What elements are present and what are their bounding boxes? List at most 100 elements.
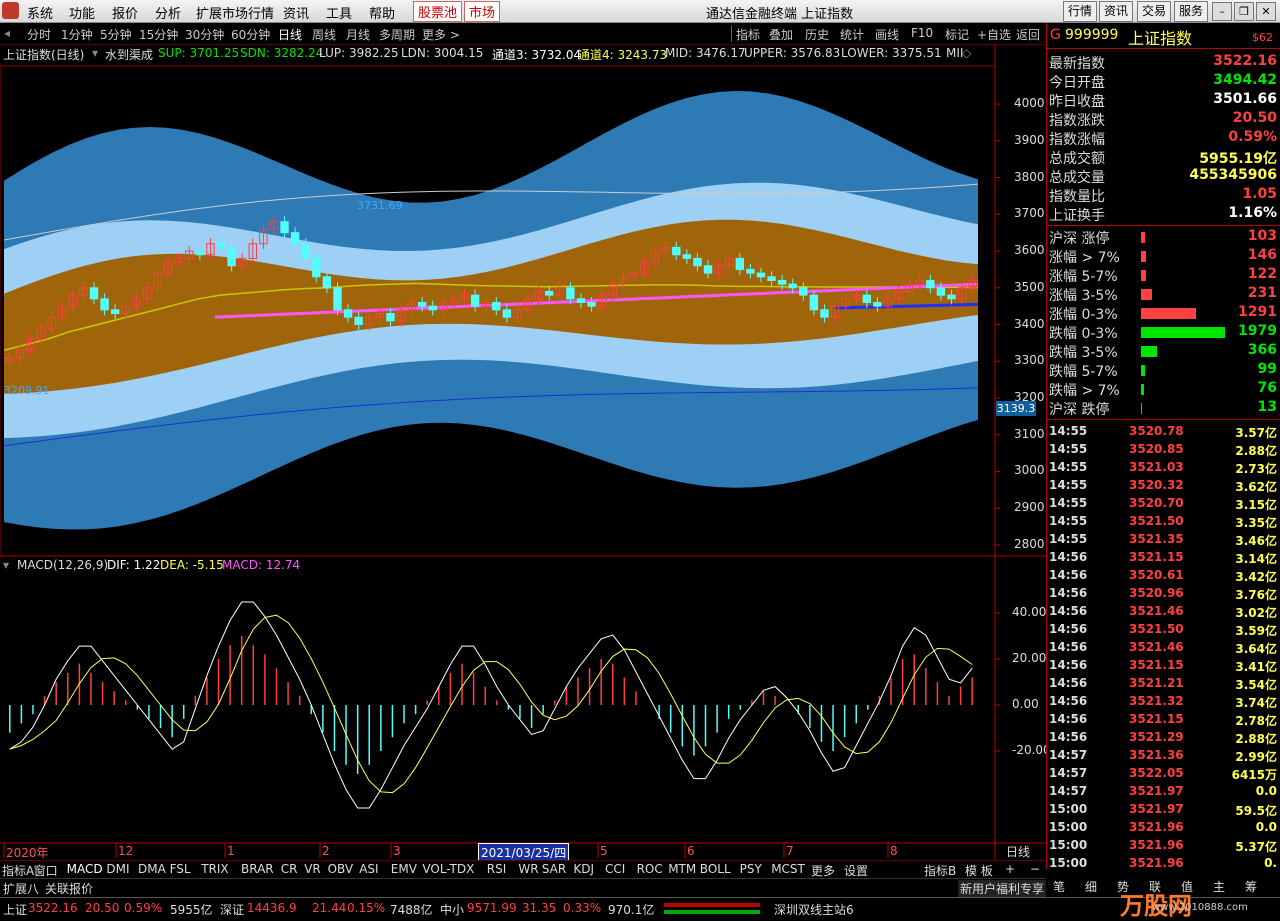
indicator-tab-15[interactable]: WR <box>518 862 538 876</box>
indicator-tab-11[interactable]: ASI <box>359 862 378 876</box>
promo-button[interactable]: 新用户福利专享 <box>958 880 1046 897</box>
macd-value: MACD: 12.74 <box>222 558 301 572</box>
indicator-tab-18[interactable]: CCI <box>605 862 625 876</box>
indicator-bar: 指标A 窗口 MACD DMI DMA FSL TRIX BRAR CR VR OBV ASI EMV V… <box>0 860 1046 878</box>
indicator-tab-3[interactable]: DMI <box>106 862 129 876</box>
zx-amount: 970.1亿 <box>608 903 655 917</box>
indicator-tab-9[interactable]: VR <box>304 862 321 876</box>
quote-tab-6[interactable]: 筹 <box>1245 878 1257 895</box>
indicator-tab-16[interactable]: SAR <box>542 862 566 876</box>
candle-body <box>470 294 480 307</box>
indicator-tab-25[interactable]: 设置 <box>844 862 868 879</box>
tick-time: 14:56 <box>1049 568 1088 582</box>
tick-price: 3520.85 <box>1129 442 1184 456</box>
candle-body <box>290 232 300 245</box>
quote-row: 总成交量 455345906 <box>1049 166 1279 186</box>
close-icon[interactable]: ✕ <box>1256 2 1276 21</box>
restore-icon[interactable]: ❐ <box>1234 2 1254 21</box>
minimize-icon[interactable]: – <box>1212 2 1232 21</box>
quote-label: 上证换手 <box>1049 208 1105 224</box>
tick-row: 14:55 3521.50 3.35亿 <box>1049 513 1279 531</box>
candle-body <box>576 298 586 303</box>
indicator-right-3[interactable]: − <box>1030 862 1040 876</box>
candle-body <box>343 309 353 318</box>
quote-label: 最新指数 <box>1049 56 1105 72</box>
period-label: 日线 <box>1006 845 1031 859</box>
quote-tab-0[interactable]: 笔 <box>1053 878 1065 895</box>
time-tick-label: 5 <box>600 844 608 858</box>
indicator-tab-20[interactable]: MTM <box>668 862 696 876</box>
tab-related-quote[interactable]: 关联报价 <box>45 880 93 897</box>
top-trade-button[interactable]: 交易 <box>1137 1 1172 22</box>
indicator-tab-10[interactable]: OBV <box>328 862 354 876</box>
price-tick-label: 3300 <box>1014 353 1045 368</box>
indicator-tab-17[interactable]: KDJ <box>573 862 594 876</box>
watermark-url: www.2010888.com <box>1152 902 1248 913</box>
tab-ext8[interactable]: 扩展八 <box>3 880 39 897</box>
dist-value: 1291 <box>1238 304 1277 320</box>
tick-amount: 5.37亿 <box>1235 840 1277 854</box>
tick-row: 14:56 3521.46 3.64亿 <box>1049 639 1279 657</box>
zx-pct: 0.33% <box>563 901 602 915</box>
candle-body <box>820 309 829 318</box>
quote-tab-5[interactable]: 主 <box>1213 878 1225 895</box>
stock-name: 上证指数 <box>1128 29 1193 48</box>
indicator-tab-14[interactable]: RSI <box>487 862 507 876</box>
candle-body <box>502 309 512 318</box>
tick-time: 14:56 <box>1049 640 1088 654</box>
quote-row: 今日开盘 3494.42 <box>1049 71 1279 91</box>
indicator-tab-6[interactable]: TRIX <box>201 862 228 876</box>
dist-value: 76 <box>1257 380 1277 396</box>
distribution-row: 涨幅 3-5% 231 <box>1049 284 1279 304</box>
time-tick-label: 8 <box>890 844 898 858</box>
time-tick-label: 2 <box>322 844 330 858</box>
top-news-button[interactable]: 资讯 <box>1099 1 1134 22</box>
quote-value: 3522.16 <box>1213 53 1277 69</box>
candle-body <box>354 316 363 326</box>
indicator-tab-2[interactable]: MACD <box>67 862 103 876</box>
tick-price: 3521.96 <box>1129 856 1184 870</box>
tick-row: 14:55 3520.70 3.15亿 <box>1049 495 1279 513</box>
quote-tab-1[interactable]: 细 <box>1085 878 1097 895</box>
candle-body <box>672 246 681 256</box>
indicator-right-0[interactable]: 指标B <box>924 862 956 879</box>
indicator-tab-22[interactable]: PSY <box>740 862 762 876</box>
indicator-tab-0[interactable]: 指标A <box>2 862 34 879</box>
macd-dif: DIF: 1.22 <box>107 558 161 572</box>
indicator-tab-5[interactable]: FSL <box>170 862 191 876</box>
chevron-down-icon[interactable]: ▾ <box>3 558 9 572</box>
indicator-right-1[interactable]: 模 板 <box>965 862 993 879</box>
top-quote-button[interactable]: 行情 <box>1063 1 1098 22</box>
macd-name: MACD(12,26,9) <box>17 558 109 572</box>
candle-body <box>333 287 342 311</box>
indicator-tab-4[interactable]: DMA <box>138 862 166 876</box>
indicator-tab-8[interactable]: CR <box>281 862 298 876</box>
price-tick-label: 4000 <box>1014 96 1045 111</box>
quote-panel: G 999999 上证指数 $62 最新指数 3522.16 今日开盘 3494.42… <box>1046 23 1280 894</box>
indicator-right-2[interactable]: + <box>1005 862 1015 876</box>
indicator-tab-13[interactable]: VOL-TDX <box>422 862 474 876</box>
indicator-tab-23[interactable]: MCST <box>771 862 805 876</box>
indicator-tab-1[interactable]: 窗口 <box>34 862 58 879</box>
dist-value: 99 <box>1257 361 1277 377</box>
tick-amount: 3.41亿 <box>1235 660 1277 674</box>
indicator-tab-21[interactable]: BOLL <box>700 862 731 876</box>
price-tick-label: 3400 <box>1014 316 1045 331</box>
dist-label: 涨幅 3-5% <box>1049 288 1118 304</box>
tick-amount: 3.57亿 <box>1235 426 1277 440</box>
quote-value: 3494.42 <box>1213 72 1277 88</box>
macd-dea: DEA: -5.15 <box>160 558 224 572</box>
indicator-tab-24[interactable]: 更多 <box>811 862 835 879</box>
sh-amount: 5955亿 <box>170 903 213 917</box>
indicator-tab-19[interactable]: ROC <box>637 862 663 876</box>
top-service-button[interactable]: 服务 <box>1174 1 1209 22</box>
tick-amount: 3.15亿 <box>1235 498 1277 512</box>
indicator-tab-12[interactable]: EMV <box>391 862 417 876</box>
candle-body <box>703 265 713 274</box>
kline-chart[interactable] <box>0 0 1046 860</box>
indicator-tab-7[interactable]: BRAR <box>241 862 274 876</box>
dist-bar <box>1141 289 1152 300</box>
candle-body <box>809 294 819 311</box>
candle-body <box>587 301 596 307</box>
sz-name: 深证 <box>220 903 245 917</box>
